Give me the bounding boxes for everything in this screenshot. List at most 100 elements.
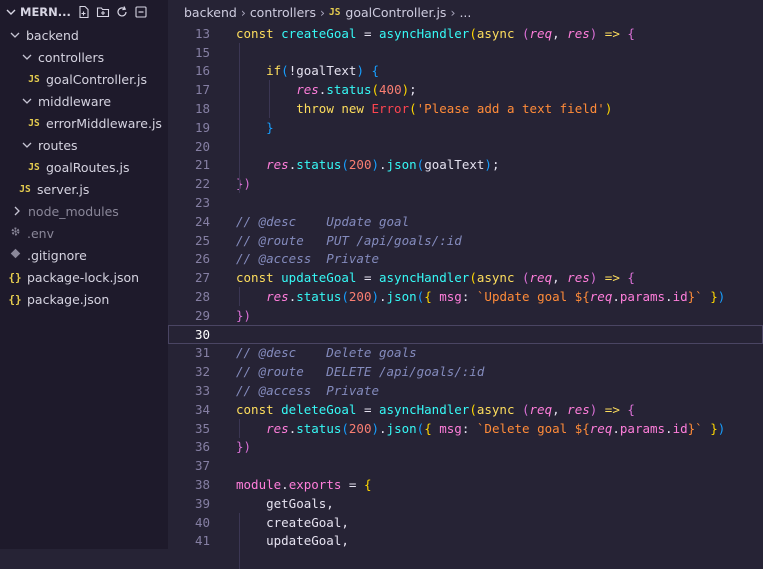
chevron-down-icon [20,140,34,150]
code-token: = [341,477,364,493]
code-line[interactable]: 36}) [168,438,763,457]
code-line[interactable]: 39 getGoals, [168,494,763,513]
code-line[interactable]: 31 // @desc Delete goals [168,344,763,363]
json-file-icon: {} [8,292,22,306]
code-token: ) [604,101,613,117]
code-token: msg [439,289,462,305]
line-number: 41 [194,533,210,549]
code-token: { [371,63,380,79]
new-folder-icon[interactable] [96,5,110,19]
code-text: const deleteGoal = asyncHandler(async (r… [236,402,635,417]
chevron-right-icon: › [450,4,456,20]
code-line[interactable]: 17 res.status(400); [168,80,763,99]
code-text: const updateGoal = asyncHandler(async (r… [236,270,635,285]
code-line[interactable]: 13 const createGoal = asyncHandler(async … [168,24,763,43]
code-token: res [266,289,289,305]
code-line[interactable]: 22}) [168,174,763,193]
chevron-down-icon[interactable] [4,7,18,17]
code-line[interactable]: 23 [168,193,763,212]
code-line[interactable]: 30 [168,324,763,344]
line-number: 37 [194,458,210,474]
code-line[interactable]: 24 // @desc Update goal [168,212,763,231]
collapse-all-icon[interactable] [134,5,148,19]
tree-item-goalroutes-js[interactable]: JS goalRoutes.js [0,156,168,178]
code-token: => [597,401,628,417]
tree-item-routes[interactable]: routes [0,134,168,156]
breadcrumb-folder-backend[interactable]: backend [184,5,237,20]
tree-item-goalcontroller-js[interactable]: JS goalController.js [0,68,168,90]
code-token: . [379,157,387,173]
tree-item-package-lock-json[interactable]: {} package-lock.json [0,266,168,288]
code-token: id [672,289,688,305]
code-text: // @access Private [236,251,379,266]
code-token: updateGoal [281,270,357,286]
tree-item-label: .env [27,225,54,241]
code-line[interactable]: 16 if(!goalText) { [168,62,763,81]
refresh-icon[interactable] [115,5,129,19]
tree-item-label: server.js [37,181,90,197]
code-line[interactable]: 38 module.exports = { [168,475,763,494]
code-line[interactable]: 25 // @route PUT /api/goals/:id [168,231,763,250]
code-editor[interactable]: 13 const createGoal = asyncHandler(async … [168,24,763,569]
tree-item-server-js[interactable]: JS server.js [0,178,168,200]
code-token: async [476,270,522,286]
code-token: => [597,25,628,41]
code-text: }) [236,439,251,454]
tree-item-node-modules[interactable]: node_modules [0,200,168,222]
code-token: ( [341,157,349,173]
tree-item-gitignore[interactable]: .gitignore [0,244,168,266]
code-line[interactable]: 41 updateGoal, [168,532,763,551]
code-text: res.status(200).json({ msg: `Delete goal… [236,421,725,436]
explorer-header[interactable]: MERN... [0,0,168,24]
code-line[interactable]: 34 const deleteGoal = asyncHandler(async … [168,400,763,419]
breadcrumb-file[interactable]: goalController.js [345,5,446,20]
code-line[interactable]: 18 throw new Error('Please add a text fi… [168,99,763,118]
code-token: . [281,477,289,493]
json-file-icon: {} [8,270,22,284]
workspace-root-label[interactable]: MERN... [20,5,71,19]
code-token: // @route PUT /api/goals/:id [236,232,462,248]
code-token: json [386,289,417,305]
breadcrumb-folder-controllers[interactable]: controllers [250,5,316,20]
line-number: 40 [194,514,210,530]
code-token: ; [491,157,500,173]
tree-item-env[interactable]: .env [0,222,168,244]
code-token: { [424,289,440,305]
chevron-right-icon [10,206,24,216]
code-text: const createGoal = asyncHandler(async (r… [236,26,635,41]
code-token: = [356,401,379,417]
code-line[interactable]: 37 [168,456,763,475]
tree-item-middleware[interactable]: middleware [0,90,168,112]
line-number: 36 [194,439,210,455]
code-token: : [461,289,477,305]
code-line[interactable]: 33 // @access Private [168,381,763,400]
code-line[interactable]: 26 // @access Private [168,250,763,269]
new-file-icon[interactable] [77,5,91,19]
code-line[interactable]: 35 res.status(200).json({ msg: `Delete g… [168,419,763,438]
code-token: ( [522,270,530,286]
code-line[interactable]: 19 } [168,118,763,137]
code-line[interactable]: 21 res.status(200).json(goalText); [168,156,763,175]
code-line[interactable]: 29}) [168,306,763,325]
code-token: status [296,420,342,436]
code-line[interactable]: 28 res.status(200).json({ msg: `Update g… [168,287,763,306]
code-line[interactable]: 20 [168,137,763,156]
tree-item-controllers[interactable]: controllers [0,46,168,68]
code-line[interactable]: 32 // @route DELETE /api/goals/:id [168,362,763,381]
code-text: res.status(200).json({ msg: `Update goal… [236,289,725,304]
line-number: 17 [194,82,210,98]
code-line[interactable]: 27 const updateGoal = asyncHandler(async … [168,268,763,287]
code-line[interactable]: 40 createGoal, [168,513,763,532]
code-token: req [529,401,553,417]
tree-item-package-json[interactable]: {} package.json [0,288,168,310]
tree-item-errormiddleware-js[interactable]: JS errorMiddleware.js [0,112,168,134]
code-token: . [665,289,673,305]
breadcrumb-symbol[interactable]: ... [459,5,471,20]
line-number: 19 [194,119,210,135]
code-line[interactable]: 15 [168,43,763,62]
tree-item-backend[interactable]: backend [0,24,168,46]
code-token: // @desc Update goal [236,213,410,229]
